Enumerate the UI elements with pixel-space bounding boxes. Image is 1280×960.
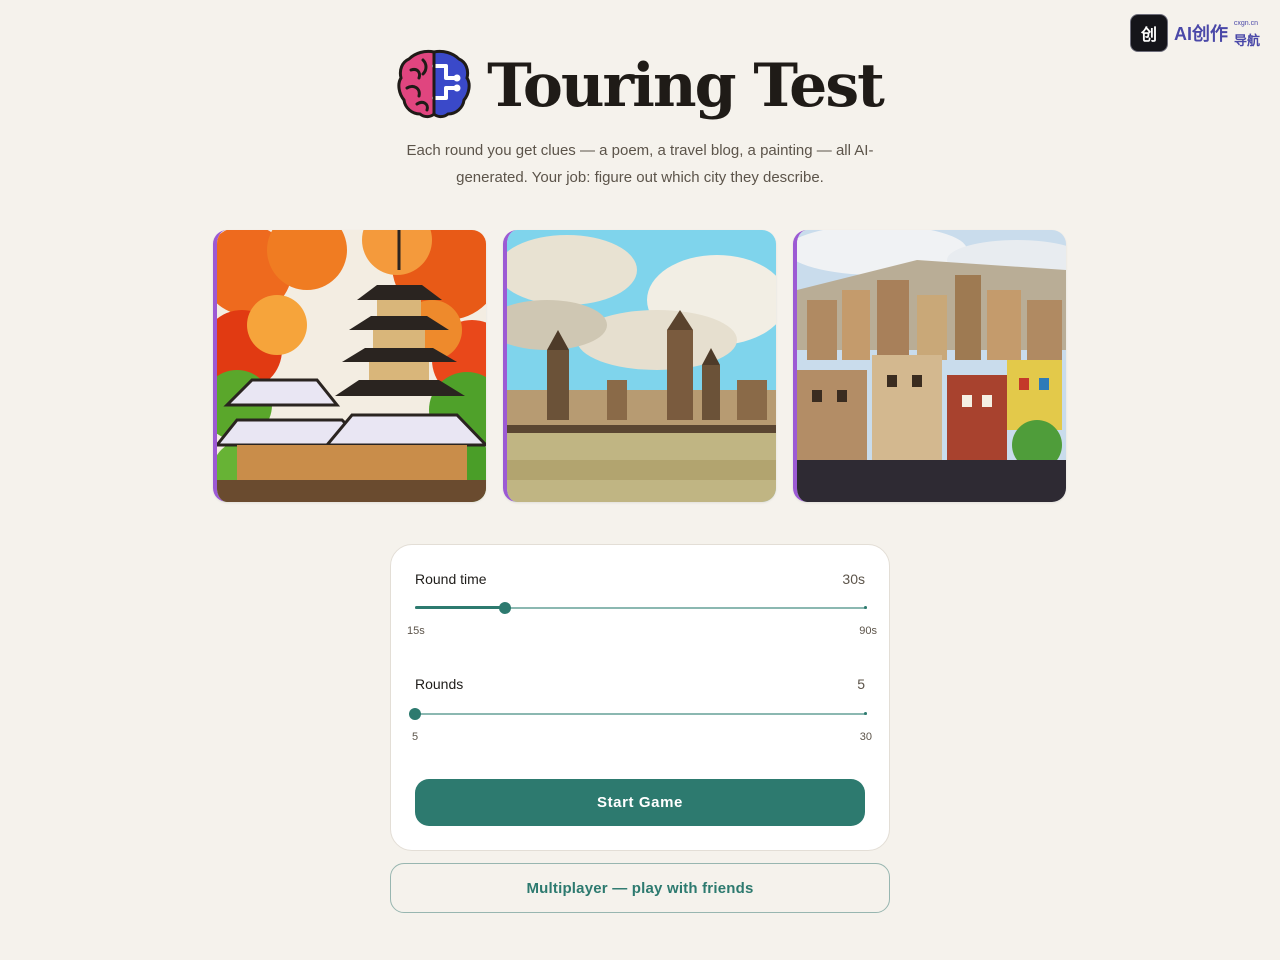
slider-thumb[interactable]	[499, 602, 512, 614]
rounds-label: Rounds	[415, 676, 464, 692]
round-time-value: 30s	[842, 571, 865, 587]
rounds-max-label: 30	[859, 731, 872, 743]
game-settings-card: Round time 30s 15s 90s Rounds 5 5 30 Sta…	[390, 544, 890, 851]
slider-end-dot	[864, 712, 867, 715]
round-time-label: Round time	[415, 571, 487, 587]
rounds-slider[interactable]	[409, 706, 867, 722]
slider-track	[415, 713, 867, 715]
multiplayer-button[interactable]: Multiplayer — play with friends	[390, 863, 890, 913]
round-time-slider[interactable]	[415, 600, 867, 616]
slider-fill	[415, 606, 506, 609]
page-header: Touring Test	[0, 46, 1280, 126]
slider-end-dot	[864, 606, 867, 609]
rounds-min-label: 5	[412, 731, 419, 743]
brand-name: AI创作	[1174, 24, 1228, 44]
start-game-button[interactable]: Start Game	[415, 779, 865, 826]
round-time-min-label: 15s	[407, 625, 425, 637]
page-title: Touring Test	[487, 51, 885, 121]
painting-card-cathedral	[503, 230, 776, 502]
slider-thumb[interactable]	[409, 708, 421, 720]
round-time-max-label: 90s	[859, 625, 877, 637]
painting-gallery	[213, 230, 1066, 502]
page-subtitle: Each round you get clues — a poem, a tra…	[406, 142, 874, 186]
rounds-value: 5	[857, 676, 865, 692]
painting-card-pagoda	[213, 230, 486, 502]
brain-icon	[397, 48, 471, 125]
painting-card-hillside-city	[793, 230, 1066, 502]
brand-domain: cxgn.cn	[1233, 20, 1258, 27]
